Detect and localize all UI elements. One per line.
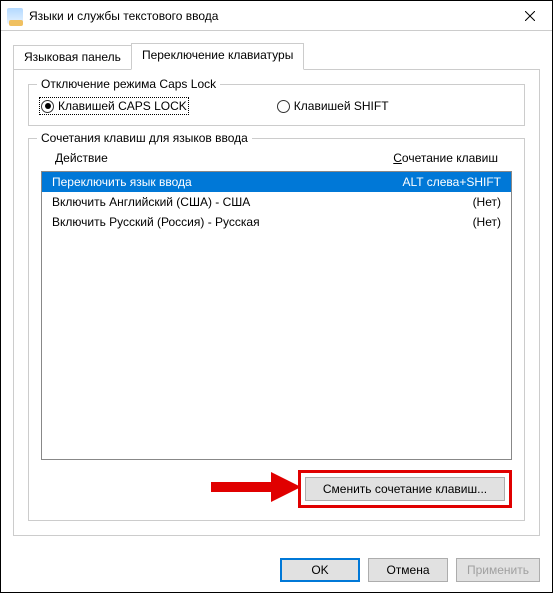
col-hotkey: Сочетание клавиш (393, 151, 498, 165)
window-body: Языковая панель Переключение клавиатуры … (1, 31, 552, 548)
list-item-action: Включить Русский (Россия) - Русская (52, 215, 260, 229)
window-title: Языки и службы текстового ввода (29, 9, 507, 23)
list-item-hotkey: (Нет) (473, 215, 501, 229)
list-header: Действие Сочетание клавиш (41, 149, 512, 171)
list-item-hotkey: (Нет) (473, 195, 501, 209)
tab-strip: Языковая панель Переключение клавиатуры (13, 43, 540, 70)
hotkey-group-title: Сочетания клавиш для языков ввода (37, 131, 252, 145)
radio-icon (41, 100, 54, 113)
radio-caps-lock[interactable]: Клавишей CAPS LOCK (41, 99, 187, 113)
highlight-annotation: Сменить сочетание клавиш... (298, 470, 512, 508)
list-item-hotkey: ALT слева+SHIFT (403, 175, 502, 189)
radio-caps-lock-label: Клавишей CAPS LOCK (58, 99, 187, 113)
tab-language-bar[interactable]: Языковая панель (13, 45, 132, 70)
list-item-action: Переключить язык ввода (52, 175, 192, 189)
apply-button[interactable]: Применить (456, 558, 540, 582)
close-icon (525, 11, 535, 21)
list-item[interactable]: Включить Русский (Россия) - Русская (Нет… (42, 212, 511, 232)
app-icon (7, 8, 23, 24)
hotkey-groupbox: Сочетания клавиш для языков ввода Действ… (28, 138, 525, 521)
change-hotkey-button[interactable]: Сменить сочетание клавиш... (305, 477, 505, 501)
tab-keyboard-switch[interactable]: Переключение клавиатуры (131, 43, 304, 70)
close-button[interactable] (507, 1, 552, 30)
cancel-button[interactable]: Отмена (368, 558, 448, 582)
list-item[interactable]: Переключить язык ввода ALT слева+SHIFT (42, 172, 511, 192)
list-item-action: Включить Английский (США) - США (52, 195, 250, 209)
dialog-button-row: OK Отмена Применить (1, 548, 552, 592)
ok-button[interactable]: OK (280, 558, 360, 582)
capslock-group-title: Отключение режима Caps Lock (37, 77, 220, 91)
change-button-row: Сменить сочетание клавиш... (41, 470, 512, 508)
radio-shift-label: Клавишей SHIFT (294, 99, 389, 113)
capslock-groupbox: Отключение режима Caps Lock Клавишей CAP… (28, 84, 525, 126)
titlebar: Языки и службы текстового ввода (1, 1, 552, 31)
radio-shift[interactable]: Клавишей SHIFT (277, 99, 389, 113)
arrow-annotation-icon (211, 472, 301, 502)
tab-content: Отключение режима Caps Lock Клавишей CAP… (13, 69, 540, 536)
hotkey-listbox[interactable]: Переключить язык ввода ALT слева+SHIFT В… (41, 171, 512, 460)
col-action: Действие (55, 151, 108, 165)
capslock-radio-row: Клавишей CAPS LOCK Клавишей SHIFT (41, 95, 512, 113)
list-item[interactable]: Включить Английский (США) - США (Нет) (42, 192, 511, 212)
radio-icon (277, 100, 290, 113)
